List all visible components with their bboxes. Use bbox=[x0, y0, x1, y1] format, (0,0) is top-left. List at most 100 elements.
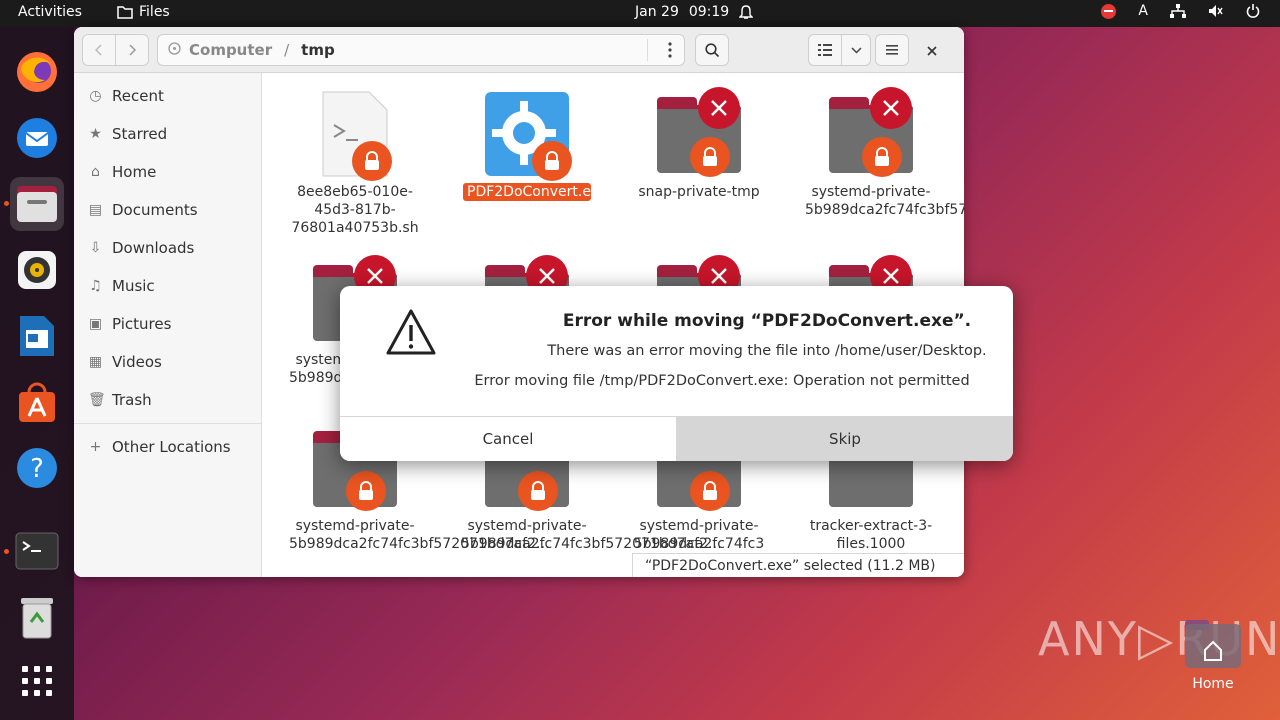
document-icon: ▤ bbox=[88, 201, 103, 218]
app-grid-icon bbox=[22, 666, 52, 696]
sidebar-item-label: Trash bbox=[112, 391, 152, 409]
clock[interactable]: Jan 29 09:19 bbox=[635, 4, 754, 20]
file-item[interactable]: 8ee8eb65-010e-45d3-817b-76801a40753b.sh bbox=[285, 91, 425, 237]
music-icon: ♫ bbox=[89, 277, 102, 294]
header-bar: Computer / tmp bbox=[74, 27, 964, 73]
path-computer[interactable]: Computer bbox=[189, 41, 272, 59]
sidebar-item-label: Videos bbox=[112, 353, 162, 371]
picture-icon: ▣ bbox=[88, 315, 103, 332]
chevron-down-icon bbox=[850, 46, 862, 54]
volume-icon[interactable] bbox=[1208, 4, 1224, 18]
desktop-home-icon[interactable]: Home bbox=[1185, 620, 1241, 692]
sidebar-item-pictures[interactable]: ▣ Pictures bbox=[88, 313, 172, 335]
sidebar-item-music[interactable]: ♫ Music bbox=[88, 275, 154, 297]
thunderbird-launcher[interactable] bbox=[10, 111, 64, 165]
rhythmbox-launcher[interactable] bbox=[10, 243, 64, 297]
dock: ? bbox=[0, 27, 74, 720]
hamburger-menu-icon bbox=[886, 45, 898, 55]
app-center-icon bbox=[19, 382, 55, 422]
trash-icon: 🗑 bbox=[88, 391, 106, 408]
desktop-icon-label: Home bbox=[1192, 676, 1234, 692]
view-list-button[interactable] bbox=[808, 34, 842, 66]
trash-icon bbox=[21, 598, 53, 639]
back-button[interactable] bbox=[82, 34, 116, 66]
running-indicator bbox=[4, 549, 9, 554]
home-folder-icon bbox=[1185, 620, 1241, 668]
sidebar-item-label: Pictures bbox=[112, 315, 172, 333]
search-button[interactable] bbox=[695, 34, 729, 66]
sidebar-item-documents[interactable]: ▤ Documents bbox=[88, 199, 198, 221]
running-indicator bbox=[4, 201, 9, 206]
app-name: Files bbox=[139, 4, 170, 20]
close-button[interactable] bbox=[926, 42, 938, 61]
disk-icon bbox=[168, 41, 181, 59]
lock-icon bbox=[518, 471, 558, 511]
lock-icon bbox=[690, 471, 730, 511]
file-name: tracker-extract-3-files.1000 bbox=[809, 518, 933, 552]
writer-icon bbox=[20, 316, 54, 356]
sidebar-item-home[interactable]: ⌂ Home bbox=[88, 161, 156, 183]
app-menu[interactable]: Files bbox=[117, 4, 170, 20]
lock-icon bbox=[346, 471, 386, 511]
file-item-selected[interactable]: PDF2DoConvert.exe bbox=[457, 91, 607, 201]
bell-icon bbox=[739, 4, 754, 19]
cancel-button[interactable]: Cancel bbox=[340, 416, 677, 461]
lock-icon bbox=[690, 137, 730, 177]
file-name: systemd-private-5b989dca2fc74fc3bf572071… bbox=[461, 518, 722, 552]
help-icon: ? bbox=[17, 448, 57, 488]
view-options-button[interactable] bbox=[841, 34, 871, 66]
trash-launcher[interactable] bbox=[10, 591, 64, 645]
path-current[interactable]: tmp bbox=[301, 41, 335, 59]
sidebar-item-videos[interactable]: ▦ Videos bbox=[88, 351, 162, 373]
path-separator: / bbox=[284, 41, 290, 59]
folder-item[interactable]: snap-private-tmp bbox=[629, 87, 769, 201]
writer-launcher[interactable] bbox=[10, 309, 64, 363]
sidebar-item-label: Home bbox=[112, 163, 157, 181]
plus-icon: + bbox=[89, 438, 102, 455]
search-icon bbox=[704, 42, 719, 57]
dialog-title: Error while moving “PDF2DoConvert.exe”. bbox=[562, 311, 972, 331]
time-label: 09:19 bbox=[688, 4, 730, 20]
sidebar-item-recent[interactable]: ◷ Recent bbox=[88, 85, 163, 107]
error-icon bbox=[698, 87, 740, 129]
top-bar: Activities Files Jan 29 09:19 A bbox=[0, 0, 1280, 27]
list-view-icon bbox=[818, 44, 832, 56]
activities-button[interactable]: Activities bbox=[18, 4, 82, 20]
files-launcher[interactable] bbox=[10, 177, 64, 231]
do-not-disturb-icon[interactable] bbox=[1101, 3, 1117, 19]
skip-button[interactable]: Skip bbox=[677, 416, 1013, 461]
firefox-launcher[interactable] bbox=[10, 45, 64, 99]
sidebar-item-starred[interactable]: ★ Starred bbox=[88, 123, 167, 145]
terminal-icon bbox=[15, 532, 59, 570]
file-name: PDF2DoConvert.exe bbox=[463, 183, 607, 201]
file-name: systemd-private-5b989dca2fc74fc3 bbox=[633, 518, 765, 552]
divider bbox=[74, 423, 262, 424]
path-bar[interactable]: Computer / tmp bbox=[157, 34, 685, 66]
main-menu-button[interactable] bbox=[875, 34, 909, 66]
sidebar-item-other-locations[interactable]: + Other Locations bbox=[88, 436, 231, 458]
file-name: systemd-private-5b989dca2fc74fc3bf572071… bbox=[289, 518, 550, 552]
file-name: systemd-private-5b989dca2fc74fc3bf572071… bbox=[805, 184, 964, 218]
clock-icon: ◷ bbox=[89, 87, 102, 104]
sidebar-item-trash[interactable]: 🗑 Trash bbox=[88, 389, 152, 411]
date-label: Jan 29 bbox=[635, 4, 679, 20]
file-name: 8ee8eb65-010e-45d3-817b-76801a40753b.sh bbox=[291, 184, 419, 236]
terminal-launcher[interactable] bbox=[10, 524, 64, 578]
forward-button[interactable] bbox=[115, 34, 149, 66]
app-center-launcher[interactable] bbox=[10, 375, 64, 429]
show-apps-button[interactable] bbox=[10, 654, 64, 708]
input-source-indicator[interactable]: A bbox=[1138, 3, 1148, 19]
sidebar-item-downloads[interactable]: ⇩ Downloads bbox=[88, 237, 195, 259]
folder-item[interactable]: systemd-private-5b989dca2fc74fc3bf572071… bbox=[801, 87, 964, 219]
sidebar-item-label: Downloads bbox=[112, 239, 195, 257]
help-launcher[interactable]: ? bbox=[10, 441, 64, 495]
firefox-icon bbox=[17, 52, 57, 92]
folder-icon bbox=[117, 6, 133, 19]
error-icon bbox=[870, 87, 912, 129]
power-icon[interactable] bbox=[1246, 4, 1260, 18]
system-tray[interactable]: A bbox=[1101, 3, 1260, 19]
thunderbird-icon bbox=[17, 118, 57, 158]
network-icon[interactable] bbox=[1170, 4, 1186, 18]
chevron-right-icon bbox=[129, 44, 136, 56]
path-menu-icon[interactable] bbox=[668, 42, 672, 62]
